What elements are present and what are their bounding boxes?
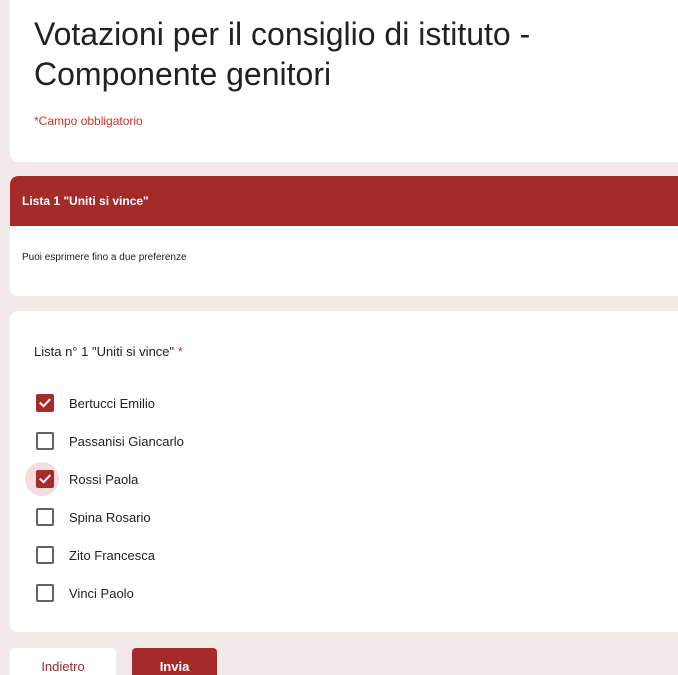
checkbox[interactable] [36, 546, 54, 564]
option-label: Passanisi Giancarlo [69, 433, 184, 449]
submit-button[interactable]: Invia [132, 648, 217, 675]
checkbox[interactable] [36, 584, 54, 602]
form-page: Votazioni per il consiglio di istituto -… [0, 0, 678, 675]
checkbox-option[interactable]: Spina Rosario [34, 498, 664, 536]
checkbox[interactable] [36, 470, 54, 488]
checkbox[interactable] [36, 394, 54, 412]
checkbox-option[interactable]: Vinci Paolo [34, 574, 664, 612]
option-label: Bertucci Emilio [69, 395, 155, 411]
checkbox-option[interactable]: Rossi Paola [25, 460, 664, 498]
form-title: Votazioni per il consiglio di istituto -… [34, 16, 531, 92]
checkbox-option[interactable]: Bertucci Emilio [34, 384, 664, 422]
question-title-text: Lista n° 1 "Uniti si vince" [34, 344, 175, 359]
section-description: Puoi esprimere fino a due preferenze [22, 252, 187, 263]
back-button[interactable]: Indietro [10, 648, 116, 675]
option-label: Vinci Paolo [69, 585, 134, 601]
checkmark-icon [39, 398, 51, 408]
checkbox-option[interactable]: Zito Francesca [34, 536, 664, 574]
checkmark-icon [39, 474, 51, 484]
checkbox[interactable] [36, 432, 54, 450]
required-field-note: *Campo obbligatorio [34, 114, 143, 128]
checkbox[interactable] [36, 508, 54, 526]
form-header-card: Votazioni per il consiglio di istituto -… [10, 0, 678, 162]
section-title: Lista 1 "Uniti si vince" [10, 176, 678, 226]
option-label: Zito Francesca [69, 547, 155, 563]
option-label: Spina Rosario [69, 509, 151, 525]
question-card: Lista n° 1 "Uniti si vince" * Bertucci E… [10, 311, 678, 632]
option-label: Rossi Paola [69, 471, 139, 487]
section-card: Lista 1 "Uniti si vince" Puoi esprimere … [10, 176, 678, 296]
required-asterisk: * [177, 344, 183, 359]
checkbox-option[interactable]: Passanisi Giancarlo [34, 422, 664, 460]
question-title: Lista n° 1 "Uniti si vince" * [34, 344, 664, 359]
